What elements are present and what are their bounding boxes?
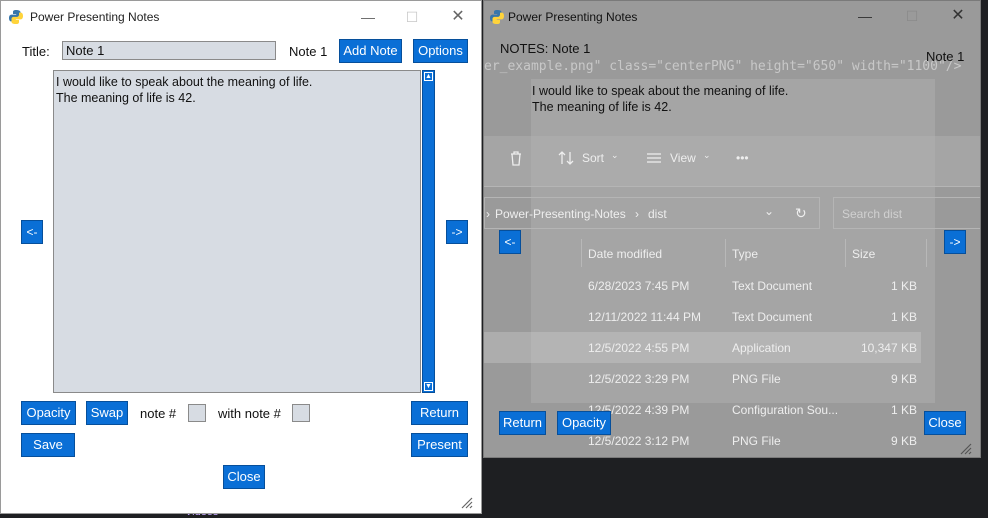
notes-line-2: The meaning of life is 42. (532, 100, 672, 114)
view-icon (647, 153, 661, 163)
column-type: Type (732, 247, 759, 261)
view-chevron-icon: ⌄ (703, 150, 711, 160)
trash-icon (511, 151, 521, 166)
breadcrumb-chevron-icon: ⌄ (764, 204, 775, 218)
minimize-icon[interactable]: — (855, 6, 875, 26)
sort-icon (558, 151, 574, 165)
add-note-button[interactable]: Add Note (339, 39, 402, 63)
title-input[interactable] (62, 41, 276, 60)
close-window-icon[interactable]: ✕ (448, 7, 468, 27)
python-icon (490, 10, 504, 24)
breadcrumb-item-1: Power-Presenting-Notes (495, 207, 626, 221)
return-button[interactable]: Return (411, 401, 468, 425)
prev-note-button[interactable]: <- (499, 230, 521, 254)
minimize-icon[interactable]: — (358, 7, 378, 27)
prev-note-button[interactable]: <- (21, 220, 43, 244)
file-row: 12/5/2022 4:55 PM Application 10,347 KB (484, 332, 921, 363)
file-row: 12/5/2022 4:39 PM Configuration Sou... 1… (588, 403, 917, 417)
close-window-icon[interactable]: ✕ (948, 6, 968, 26)
behind-window-ghost: er_example.png" class="centerPNG" height… (484, 1, 980, 457)
ghost-search-box: Search dist (833, 197, 980, 229)
presenter-notes: I would like to speak about the meaning … (532, 83, 788, 115)
sort-label: Sort (582, 151, 605, 165)
file-row: 12/5/2022 3:29 PM PNG File 9 KB (588, 372, 917, 386)
scroll-down-icon[interactable]: ▼ (424, 382, 433, 391)
notes-scrollbar[interactable]: ▲ ▼ (422, 70, 435, 393)
column-date-modified: Date modified (588, 247, 663, 261)
notes-heading: NOTES: Note 1 (500, 41, 591, 56)
notes-textarea[interactable]: I would like to speak about the meaning … (53, 70, 421, 393)
next-note-button[interactable]: -> (446, 220, 468, 244)
opacity-button[interactable]: Opacity (21, 401, 76, 425)
note-indicator: Note 1 (926, 49, 965, 64)
swap-button[interactable]: Swap (86, 401, 128, 425)
breadcrumb-item-2: dist (648, 207, 667, 221)
close-button[interactable]: Close (924, 411, 966, 435)
swap-with-note-number-input[interactable] (292, 404, 310, 422)
refresh-icon: ↻ (795, 205, 807, 221)
next-note-button[interactable]: -> (944, 230, 966, 254)
presenter-window: er_example.png" class="centerPNG" height… (483, 0, 981, 458)
editor-titlebar[interactable]: Power Presenting Notes — ☐ ✕ (1, 1, 481, 33)
scroll-up-icon[interactable]: ▲ (424, 72, 433, 81)
view-label: View (670, 151, 696, 165)
presenter-titlebar[interactable]: Power Presenting Notes — ☐ ✕ (484, 1, 980, 33)
swap-note-number-input[interactable] (188, 404, 206, 422)
close-button[interactable]: Close (223, 465, 265, 489)
return-button[interactable]: Return (499, 411, 546, 435)
maximize-icon[interactable]: ☐ (902, 6, 922, 26)
file-row: 12/11/2022 11:44 PM Text Document 1 KB (588, 310, 917, 324)
search-placeholder: Search dist (842, 207, 903, 221)
more-icon: ••• (736, 151, 749, 165)
notes-line-1: I would like to speak about the meaning … (532, 84, 789, 98)
ghost-code-line: er_example.png" class="centerPNG" height… (484, 59, 962, 74)
sort-chevron-icon: ⌄ (611, 150, 619, 160)
breadcrumb: › Power-Presenting-Notes › dist ⌄ ↻ (484, 197, 820, 229)
editor-window: Power Presenting Notes — ☐ ✕ Title: Note… (0, 0, 482, 514)
opacity-button[interactable]: Opacity (557, 411, 611, 435)
notes-line-2: The meaning of life is 42. (56, 91, 196, 105)
file-row: 12/5/2022 3:12 PM PNG File 9 KB (588, 434, 917, 448)
options-button[interactable]: Options (413, 39, 468, 63)
window-title: Power Presenting Notes (508, 10, 638, 24)
resize-grip-icon[interactable] (459, 495, 473, 509)
with-note-number-label: with note # (218, 406, 281, 421)
resize-grip-icon[interactable] (958, 441, 972, 455)
note-indicator: Note 1 (289, 44, 328, 59)
notes-line-1: I would like to speak about the meaning … (56, 75, 313, 89)
title-label: Title: (22, 44, 50, 59)
present-button[interactable]: Present (411, 433, 468, 457)
save-button[interactable]: Save (21, 433, 75, 457)
python-icon (9, 10, 23, 24)
window-title: Power Presenting Notes (30, 10, 160, 24)
column-size: Size (852, 247, 876, 261)
note-number-label: note # (140, 406, 177, 421)
file-row: 6/28/2023 7:45 PM Text Document 1 KB (588, 279, 917, 293)
maximize-icon[interactable]: ☐ (402, 7, 422, 27)
